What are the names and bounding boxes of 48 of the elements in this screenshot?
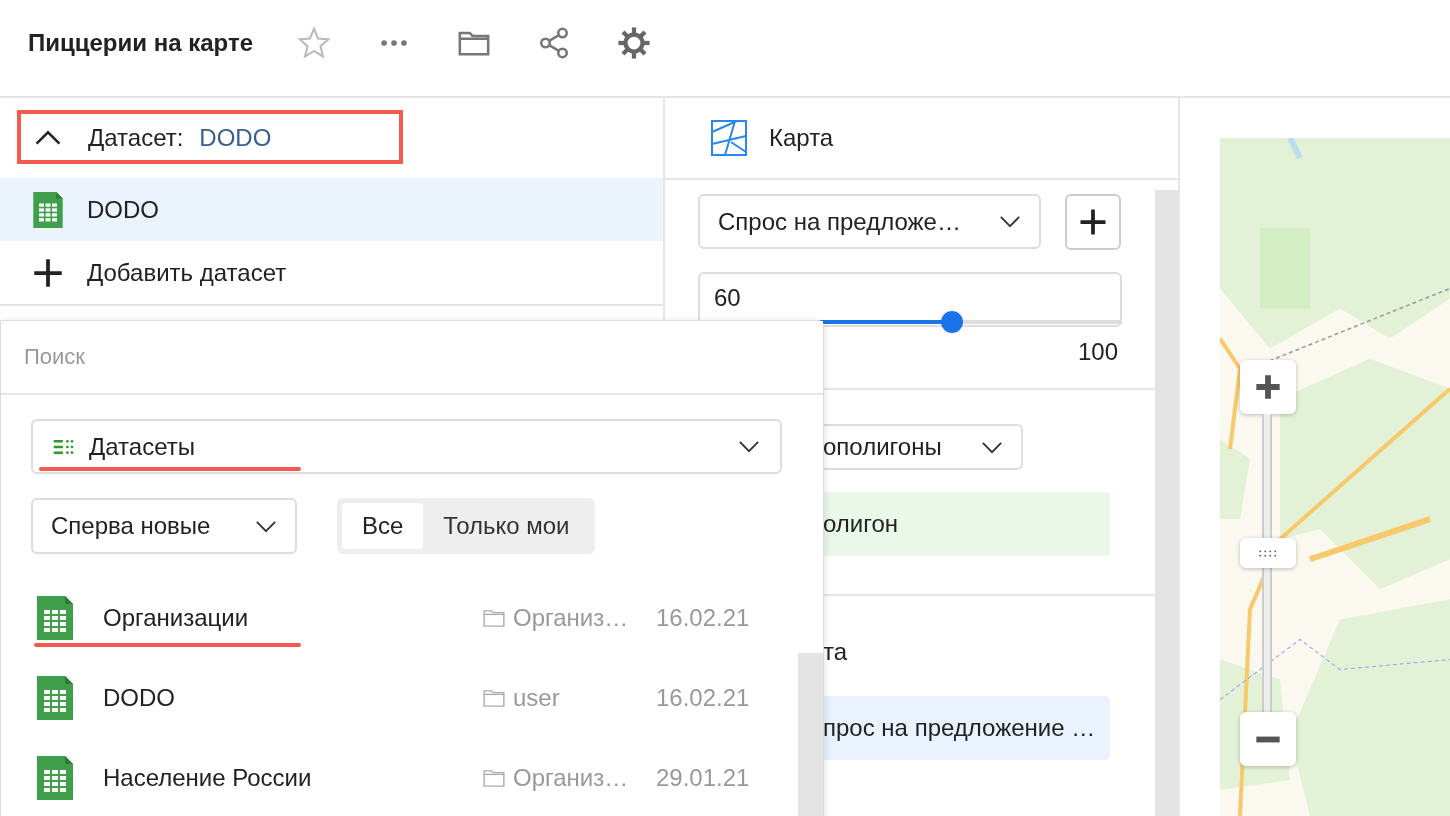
folder-icon — [483, 769, 505, 787]
plus-icon — [1254, 373, 1282, 401]
minus-icon — [1254, 735, 1282, 743]
settings-icon[interactable] — [617, 26, 651, 60]
search-field[interactable]: Поиск — [1, 321, 823, 395]
dataset-list-item[interactable]: Население России Организ… 29.01.21 — [31, 738, 823, 816]
dataset-list-item[interactable]: Организации Организ… 16.02.21 — [31, 578, 823, 658]
dataset-list-icon — [53, 438, 75, 455]
layer-select[interactable]: Спрос на предложе… — [698, 194, 1041, 249]
zoom-out-button[interactable] — [1240, 712, 1296, 766]
plus-icon — [33, 257, 63, 288]
star-icon[interactable] — [297, 26, 331, 60]
spreadsheet-icon — [37, 756, 73, 800]
sort-select[interactable]: Сперва новые — [31, 498, 297, 554]
geometry-field-chip[interactable]: олигон — [823, 492, 1110, 556]
type-select[interactable]: Датасеты — [31, 419, 782, 474]
chevron-down-icon — [738, 440, 760, 453]
chevron-up-icon[interactable] — [34, 130, 62, 146]
scrollbar[interactable] — [798, 653, 823, 816]
add-dataset-button[interactable]: Добавить датасет — [0, 241, 663, 306]
spreadsheet-icon — [33, 191, 63, 228]
chevron-down-icon — [999, 215, 1021, 228]
dataset-name[interactable]: DODO — [199, 124, 272, 152]
scrollbar[interactable] — [1155, 190, 1178, 816]
spreadsheet-icon — [37, 676, 73, 720]
dataset-item[interactable]: DODO — [0, 178, 663, 241]
zoom-handle[interactable] — [1240, 538, 1296, 568]
map-chart-icon — [711, 120, 747, 156]
color-field-chip[interactable]: прос на предложение … — [823, 696, 1110, 760]
dataset-label: Датасет: — [88, 124, 184, 152]
dashboard-title: Пиццерии на карте — [28, 29, 253, 57]
zoom-in-button[interactable] — [1240, 360, 1296, 414]
chevron-down-icon — [981, 440, 1003, 454]
add-layer-button[interactable] — [1065, 194, 1121, 250]
spreadsheet-icon — [37, 596, 73, 640]
grip-icon — [1258, 549, 1278, 557]
visualization-type: Карта — [769, 124, 834, 152]
folder-icon — [483, 609, 505, 627]
share-icon[interactable] — [537, 26, 571, 60]
folder-icon — [483, 689, 505, 707]
chevron-down-icon — [255, 519, 277, 533]
filter-tab[interactable]: Только мои — [423, 503, 590, 549]
filter-tab[interactable]: Все — [342, 503, 424, 549]
plus-icon — [1078, 207, 1108, 237]
section-label: та — [823, 638, 849, 666]
slider-max-label: 100 — [1078, 338, 1119, 366]
dataset-list-item[interactable]: DODO user 16.02.21 — [31, 658, 823, 738]
slider-thumb[interactable] — [941, 311, 964, 333]
